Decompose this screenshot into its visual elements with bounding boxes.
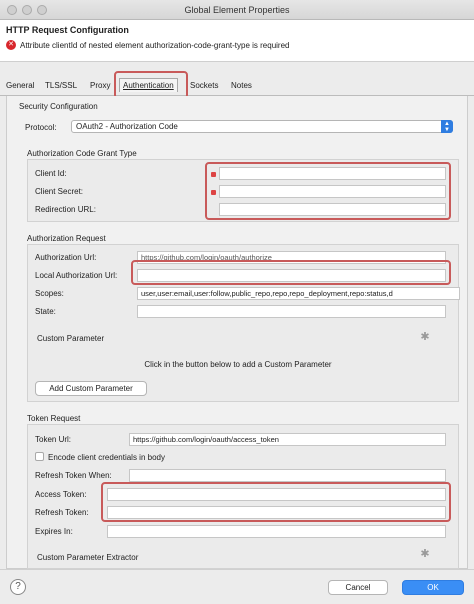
encode-credentials-checkbox[interactable] xyxy=(35,452,44,461)
refresh-token-label: Refresh Token: xyxy=(35,508,89,517)
grant-type-title: Authorization Code Grant Type xyxy=(27,149,137,158)
tab-notes[interactable]: Notes xyxy=(231,81,252,90)
tab-proxy[interactable]: Proxy xyxy=(90,81,110,90)
grant-fields-highlight xyxy=(205,162,451,220)
tab-sockets[interactable]: Sockets xyxy=(190,81,218,90)
security-config-title: Security Configuration xyxy=(19,102,98,111)
dialog-title: HTTP Request Configuration xyxy=(6,25,129,35)
add-custom-parameter-button[interactable]: Add Custom Parameter xyxy=(35,381,147,396)
window-title: Global Element Properties xyxy=(184,5,290,15)
client-id-label: Client Id: xyxy=(35,169,67,178)
ok-button[interactable]: OK xyxy=(402,580,464,595)
dialog-footer: ? Cancel OK xyxy=(0,569,474,604)
expires-in-label: Expires In: xyxy=(35,527,73,536)
token-url-input[interactable]: https://github.com/login/oauth/access_to… xyxy=(129,433,446,446)
protocol-value: OAuth2 - Authorization Code xyxy=(76,122,178,131)
error-text: Attribute clientId of nested element aut… xyxy=(20,40,290,50)
state-label: State: xyxy=(35,307,56,316)
settings-icon[interactable]: ✱ xyxy=(419,548,431,560)
custom-parameter-extractor-title: Custom Parameter Extractor xyxy=(37,553,139,562)
error-icon: ✕ xyxy=(6,40,16,50)
token-request-title: Token Request xyxy=(27,414,81,423)
encode-credentials-label: Encode client credentials in body xyxy=(48,453,165,462)
auth-request-title: Authorization Request xyxy=(27,234,106,243)
cancel-button[interactable]: Cancel xyxy=(328,580,388,595)
protocol-select[interactable]: OAuth2 - Authorization Code ▲ ▼ xyxy=(71,120,453,133)
tab-bar: General TLS/SSL Proxy Authentication Soc… xyxy=(0,76,474,96)
redirection-url-label: Redirection URL: xyxy=(35,205,96,214)
scopes-label: Scopes: xyxy=(35,289,64,298)
custom-parameter-title: Custom Parameter xyxy=(37,334,105,343)
tab-highlight xyxy=(114,71,188,99)
client-secret-label: Client Secret: xyxy=(35,187,84,196)
refresh-token-when-input[interactable] xyxy=(129,469,446,482)
error-message: ✕ Attribute clientId of nested element a… xyxy=(6,40,289,50)
help-icon[interactable]: ? xyxy=(10,579,26,595)
select-arrow-icon: ▲ ▼ xyxy=(441,120,453,133)
window-titlebar: Global Element Properties xyxy=(0,0,474,20)
token-fields-highlight xyxy=(101,482,451,522)
scopes-input[interactable]: user,user:email,user:follow,public_repo,… xyxy=(137,287,460,300)
settings-icon[interactable]: ✱ xyxy=(419,331,431,343)
local-auth-url-label: Local Authorization Url: xyxy=(35,271,118,280)
custom-parameter-hint: Click in the button below to add a Custo… xyxy=(144,360,332,369)
dialog-header: HTTP Request Configuration ✕ Attribute c… xyxy=(0,20,474,62)
token-url-label: Token Url: xyxy=(35,435,72,444)
state-input[interactable] xyxy=(137,305,446,318)
auth-url-label: Authorization Url: xyxy=(35,253,97,262)
tab-general[interactable]: General xyxy=(6,81,34,90)
access-token-label: Access Token: xyxy=(35,490,87,499)
tab-tls-ssl[interactable]: TLS/SSL xyxy=(45,81,77,90)
protocol-label: Protocol: xyxy=(25,123,57,132)
authentication-panel: Security Configuration Protocol: OAuth2 … xyxy=(6,96,468,569)
refresh-token-when-label: Refresh Token When: xyxy=(35,471,112,480)
local-auth-highlight xyxy=(131,260,451,285)
expires-in-input[interactable] xyxy=(107,525,446,538)
